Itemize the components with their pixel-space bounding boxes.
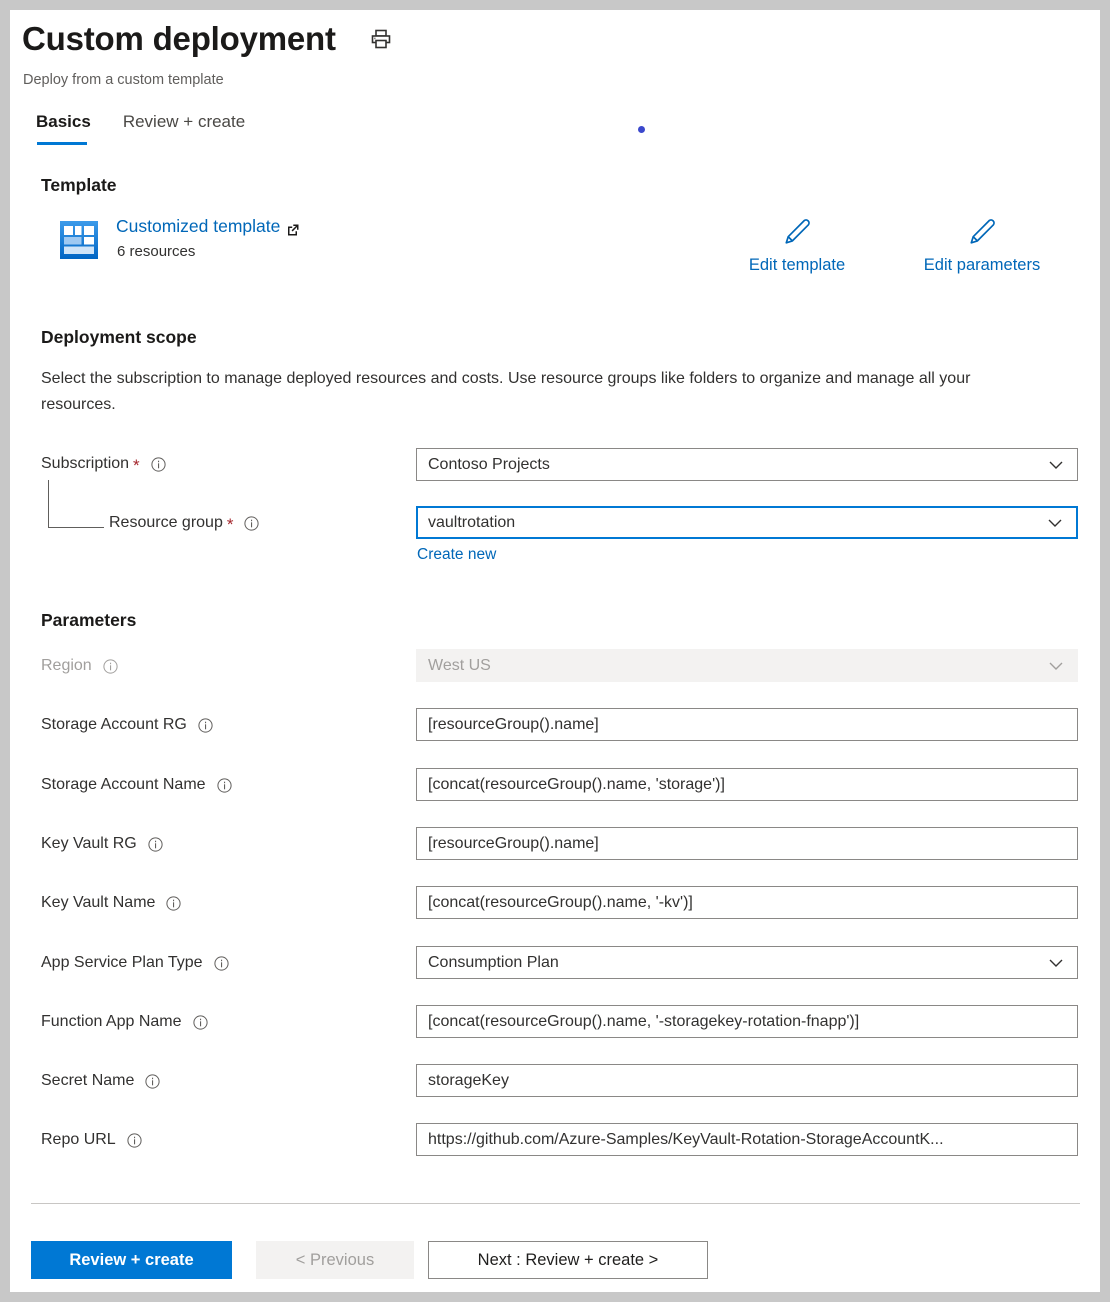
tab-review-create[interactable]: Review + create (123, 110, 245, 145)
info-icon[interactable] (145, 1074, 160, 1089)
previous-button: < Previous (256, 1241, 414, 1279)
param-value-app-service-plan-type: Consumption Plan (428, 952, 1048, 974)
param-field-region: West US (416, 649, 1078, 682)
param-field-key-vault-rg[interactable]: [resourceGroup().name] (416, 827, 1078, 860)
param-label-repo-url: Repo URL (41, 1129, 142, 1151)
page-subtitle: Deploy from a custom template (23, 70, 224, 90)
edit-parameters-label: Edit parameters (924, 256, 1040, 274)
param-field-key-vault-name[interactable]: [concat(resourceGroup().name, '-kv')] (416, 886, 1078, 919)
chevron-down-icon (1048, 955, 1064, 971)
resource-group-required-star: * (227, 518, 234, 532)
param-label-text-region: Region (41, 655, 92, 677)
chevron-down-icon (1048, 658, 1064, 674)
resource-group-value: vaultrotation (428, 512, 1047, 534)
edit-template-label: Edit template (749, 256, 845, 274)
template-grid-icon (60, 221, 98, 259)
subscription-label: Subscription (41, 453, 129, 475)
subscription-required-star: * (133, 459, 140, 473)
tab-bar: Basics Review + create (36, 110, 277, 145)
info-icon[interactable] (151, 457, 166, 472)
resource-group-label-group: Resource group * (109, 512, 259, 534)
pencil-icon (967, 217, 997, 247)
param-label-storage-account-rg: Storage Account RG (41, 714, 213, 736)
param-label-key-vault-name: Key Vault Name (41, 892, 181, 914)
param-field-storage-account-rg[interactable]: [resourceGroup().name] (416, 708, 1078, 741)
chevron-down-icon (1047, 515, 1063, 531)
customized-template-link-label: Customized template (116, 214, 280, 238)
info-icon[interactable] (148, 837, 163, 852)
template-resource-count: 6 resources (117, 241, 195, 263)
section-heading-deployment-scope: Deployment scope (41, 325, 197, 349)
next-review-create-button[interactable]: Next : Review + create > (428, 1241, 708, 1279)
info-icon[interactable] (127, 1133, 142, 1148)
page-title: Custom deployment (22, 18, 336, 60)
external-link-icon (286, 219, 300, 233)
param-label-secret-name: Secret Name (41, 1070, 160, 1092)
param-label-text-key-vault-name: Key Vault Name (41, 892, 155, 914)
info-icon[interactable] (198, 718, 213, 733)
param-value-repo-url: https://github.com/Azure-Samples/KeyVaul… (428, 1129, 1068, 1151)
param-value-storage-account-rg: [resourceGroup().name] (428, 714, 1068, 736)
info-icon[interactable] (166, 896, 181, 911)
info-icon[interactable] (214, 956, 229, 971)
info-icon[interactable] (217, 778, 232, 793)
param-label-text-function-app-name: Function App Name (41, 1011, 182, 1033)
param-label-region: Region (41, 655, 118, 677)
param-label-app-service-plan-type: App Service Plan Type (41, 952, 229, 974)
section-heading-parameters: Parameters (41, 608, 136, 632)
param-label-text-key-vault-rg: Key Vault RG (41, 833, 137, 855)
subscription-select[interactable]: Contoso Projects (416, 448, 1078, 481)
info-icon[interactable] (103, 659, 118, 674)
pencil-icon (782, 217, 812, 247)
info-icon[interactable] (244, 516, 259, 531)
param-field-function-app-name[interactable]: [concat(resourceGroup().name, '-storagek… (416, 1005, 1078, 1038)
param-field-storage-account-name[interactable]: [concat(resourceGroup().name, 'storage')… (416, 768, 1078, 801)
chevron-down-icon (1048, 457, 1064, 473)
param-value-region: West US (428, 655, 1048, 677)
deployment-scope-description: Select the subscription to manage deploy… (41, 366, 1031, 418)
tab-basics[interactable]: Basics (36, 110, 91, 145)
param-label-text-secret-name: Secret Name (41, 1070, 134, 1092)
param-label-text-app-service-plan-type: App Service Plan Type (41, 952, 203, 974)
scope-tree-connector (48, 480, 104, 528)
subscription-value: Contoso Projects (428, 454, 1048, 476)
param-label-key-vault-rg: Key Vault RG (41, 833, 163, 855)
resource-group-select[interactable]: vaultrotation (416, 506, 1078, 539)
header: Custom deployment (22, 18, 392, 60)
edit-parameters-button[interactable]: Edit parameters (888, 217, 1076, 276)
param-value-secret-name: storageKey (428, 1070, 1068, 1092)
param-value-storage-account-name: [concat(resourceGroup().name, 'storage')… (428, 774, 1068, 796)
custom-deployment-blade: Custom deployment Deploy from a custom t… (10, 10, 1100, 1292)
info-icon[interactable] (193, 1015, 208, 1030)
notification-dot (638, 126, 645, 133)
param-field-repo-url[interactable]: https://github.com/Azure-Samples/KeyVaul… (416, 1123, 1078, 1156)
printer-icon[interactable] (370, 28, 392, 50)
param-label-text-storage-account-name: Storage Account Name (41, 774, 206, 796)
section-heading-template: Template (41, 173, 117, 197)
param-field-app-service-plan-type[interactable]: Consumption Plan (416, 946, 1078, 979)
param-label-text-storage-account-rg: Storage Account RG (41, 714, 187, 736)
subscription-label-group: Subscription * (41, 453, 166, 475)
footer-divider (31, 1203, 1080, 1204)
param-label-storage-account-name: Storage Account Name (41, 774, 232, 796)
review-create-button[interactable]: Review + create (31, 1241, 232, 1279)
create-new-resource-group-link[interactable]: Create new (417, 544, 496, 566)
param-value-key-vault-name: [concat(resourceGroup().name, '-kv')] (428, 892, 1068, 914)
param-value-function-app-name: [concat(resourceGroup().name, '-storagek… (428, 1011, 1068, 1033)
customized-template-link[interactable]: Customized template (116, 214, 300, 238)
param-label-text-repo-url: Repo URL (41, 1129, 116, 1151)
resource-group-label: Resource group (109, 512, 223, 534)
param-value-key-vault-rg: [resourceGroup().name] (428, 833, 1068, 855)
param-label-function-app-name: Function App Name (41, 1011, 208, 1033)
param-field-secret-name[interactable]: storageKey (416, 1064, 1078, 1097)
edit-template-button[interactable]: Edit template (718, 217, 876, 276)
